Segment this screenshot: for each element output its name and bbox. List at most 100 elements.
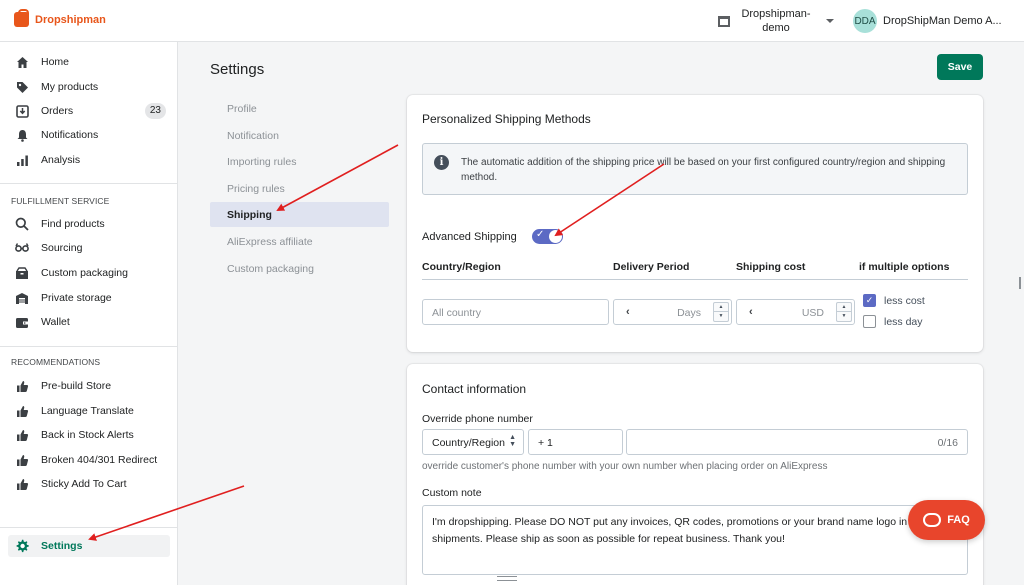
sidebar-item-back-in-stock-alerts[interactable]: Back in Stock Alerts (8, 424, 170, 446)
package-icon (15, 266, 29, 280)
save-button[interactable]: Save (937, 54, 983, 80)
phone-label: Override phone number (422, 413, 533, 425)
sidebar-item-label: Language Translate (41, 405, 134, 417)
less-cost-checkbox[interactable]: ✓ (863, 294, 876, 307)
orders-icon (15, 104, 29, 118)
chevron-left-icon[interactable]: ‹ (749, 306, 753, 318)
days-unit: Days (677, 307, 701, 319)
sidebar-item-find-products[interactable]: Find products (8, 213, 170, 235)
section-title-recommendations: RECOMMENDATIONS (11, 357, 101, 367)
subnav-item-notification[interactable]: Notification (210, 123, 389, 148)
sidebar-item-label: Wallet (41, 316, 70, 328)
sidebar-item-language-translate[interactable]: Language Translate (8, 400, 170, 422)
store-switcher[interactable]: Dropshipman-demo (718, 7, 834, 35)
info-text: The automatic addition of the shipping p… (461, 157, 946, 183)
divider (422, 279, 968, 280)
stepper-down-icon[interactable]: ▼ (713, 312, 729, 322)
checkmark-icon: ✓ (536, 229, 545, 240)
logo-text: Dropshipman (35, 13, 106, 26)
sidebar-item-my-products[interactable]: My products (8, 76, 170, 98)
sidebar-item-pre-build-store[interactable]: Pre-build Store (8, 375, 170, 397)
sidebar-item-wallet[interactable]: Wallet (8, 311, 170, 333)
sidebar-item-home[interactable]: Home (8, 51, 170, 73)
wallet-icon (15, 315, 29, 329)
section-title-fulfillment: FULFILLMENT SERVICE (11, 196, 110, 206)
stepper-buttons[interactable]: ▲ ▼ (713, 302, 729, 322)
sidebar-item-broken-redirect[interactable]: Broken 404/301 Redirect (8, 449, 170, 471)
sidebar-item-custom-packaging[interactable]: Custom packaging (8, 262, 170, 284)
column-header-country: Country/Region (422, 261, 501, 273)
top-bar: Dropshipman Dropshipman-demo DDA DropShi… (0, 0, 1024, 42)
sidebar-item-label: Back in Stock Alerts (41, 429, 134, 441)
sourcing-icon (15, 241, 29, 255)
warehouse-icon (15, 291, 29, 305)
less-day-checkbox[interactable] (863, 315, 876, 328)
caret-down-icon (826, 19, 834, 23)
subnav-item-shipping[interactable]: Shipping (210, 202, 389, 227)
subnav-item-pricing-rules[interactable]: Pricing rules (210, 176, 389, 201)
custom-note-textarea[interactable]: I'm dropshipping. Please DO NOT put any … (422, 505, 968, 575)
bell-icon (15, 128, 29, 142)
faq-button[interactable]: FAQ (908, 500, 985, 540)
option-less-day[interactable]: less day (863, 315, 923, 328)
sidebar-item-sticky-add-to-cart[interactable]: Sticky Add To Cart (8, 473, 170, 495)
thumbs-up-icon (15, 428, 29, 442)
user-menu[interactable]: DDA DropShipMan Demo A... (853, 9, 1002, 33)
sidebar-item-label: Find products (41, 218, 105, 230)
thumbs-up-icon (15, 404, 29, 418)
info-icon: i (434, 155, 449, 170)
orders-count-badge: 23 (144, 103, 166, 119)
usd-unit: USD (801, 307, 824, 319)
option-less-cost[interactable]: ✓ less cost (863, 294, 925, 307)
divider (0, 346, 178, 347)
country-region-select[interactable]: Country/Region ▲ ▼ (422, 429, 524, 455)
sidebar-item-analysis[interactable]: Analysis (8, 149, 170, 171)
stepper-buttons[interactable]: ▲ ▼ (836, 302, 852, 322)
divider (0, 527, 178, 528)
delivery-period-stepper[interactable]: ‹ Days ▲ ▼ (613, 299, 732, 325)
scrollbar-thumb[interactable] (1019, 277, 1021, 289)
stepper-up-icon[interactable]: ▲ (836, 302, 852, 312)
search-icon (15, 217, 29, 231)
sidebar-item-label: Home (41, 56, 70, 68)
sidebar-item-sourcing[interactable]: Sourcing (8, 237, 170, 259)
stepper-down-icon[interactable]: ▼ (836, 312, 852, 322)
country-code-value: + 1 (538, 437, 553, 449)
sidebar-item-label: Analysis (41, 154, 81, 166)
tag-icon (15, 80, 29, 94)
card-title: Personalized Shipping Methods (422, 112, 591, 126)
subnav-item-profile[interactable]: Profile (210, 96, 389, 121)
phone-number-input[interactable]: 0/16 (626, 429, 968, 455)
subnav-item-importing-rules[interactable]: Importing rules (210, 149, 389, 174)
char-counter: 0/16 (937, 437, 958, 449)
user-name: DropShipMan Demo A... (883, 15, 1002, 27)
sidebar-item-private-storage[interactable]: Private storage (8, 287, 170, 309)
resize-handle[interactable] (497, 576, 517, 581)
country-code-field[interactable]: + 1 (528, 429, 623, 455)
column-header-cost: Shipping cost (736, 261, 806, 273)
option-label: less cost (884, 294, 925, 307)
sidebar-item-label: My products (41, 81, 99, 93)
sidebar-item-label: Sourcing (41, 242, 83, 254)
sidebar-item-orders[interactable]: Orders 23 (8, 100, 170, 122)
subnav-item-aliexpress-affiliate[interactable]: AliExpress affiliate (210, 229, 389, 254)
app-logo[interactable]: Dropshipman (14, 9, 106, 27)
shipping-methods-card: Personalized Shipping Methods i The auto… (407, 95, 983, 352)
stepper-up-icon[interactable]: ▲ (713, 302, 729, 312)
toggle-knob (549, 230, 562, 243)
chevron-left-icon[interactable]: ‹ (626, 306, 630, 318)
country-input[interactable]: All country (422, 299, 609, 325)
shipping-cost-stepper[interactable]: ‹ USD ▲ ▼ (736, 299, 855, 325)
store-name: Dropshipman-demo (741, 8, 811, 34)
thumbs-up-icon (15, 453, 29, 467)
thumbs-up-icon (15, 477, 29, 491)
sidebar-item-notifications[interactable]: Notifications (8, 124, 170, 146)
bar-chart-icon (15, 153, 29, 167)
info-banner: i The automatic addition of the shipping… (422, 143, 968, 195)
select-value: Country/Region (432, 437, 505, 449)
thumbs-up-icon (15, 379, 29, 393)
subnav-item-custom-packaging[interactable]: Custom packaging (210, 256, 389, 281)
advanced-shipping-toggle[interactable]: ✓ (532, 229, 563, 244)
sidebar-item-settings[interactable]: Settings (8, 535, 170, 557)
select-arrows-icon: ▲ ▼ (509, 434, 516, 448)
